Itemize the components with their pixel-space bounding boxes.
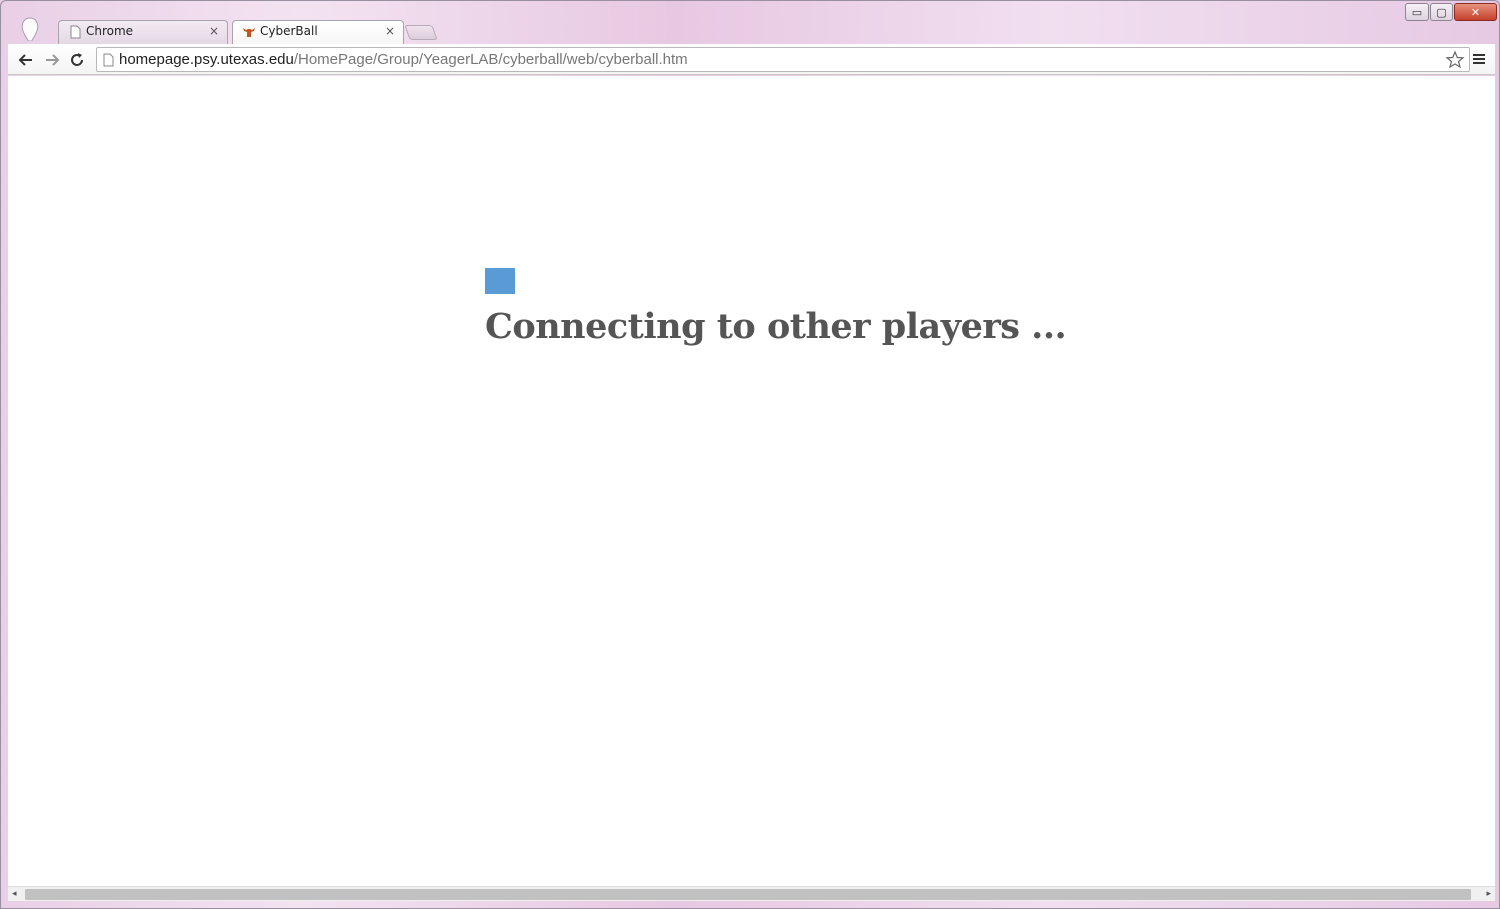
longhorn-favicon-icon	[243, 28, 255, 37]
url-text[interactable]: homepage.psy.utexas.edu/HomePage/Group/Y…	[119, 51, 688, 68]
forward-arrow-icon	[46, 54, 60, 66]
scroll-left-arrow-icon[interactable]: ◂	[12, 889, 17, 899]
horizontal-scrollbar[interactable]: ◂ ▸	[8, 886, 1495, 901]
reload-button[interactable]	[66, 49, 88, 71]
forward-button[interactable]	[41, 49, 63, 71]
reload-icon	[71, 53, 83, 66]
tab-close-icon[interactable]: ×	[209, 24, 219, 38]
scrollbar-thumb[interactable]	[25, 889, 1471, 900]
maximize-button[interactable]: ▢	[1430, 3, 1453, 21]
connection-status-text: Connecting to other players ...	[485, 306, 1067, 347]
new-tab-button[interactable]	[404, 25, 438, 40]
back-arrow-icon	[18, 54, 32, 66]
tab-label: Chrome	[86, 24, 134, 38]
url-host: homepage.psy.utexas.edu	[119, 51, 294, 68]
tab-chrome[interactable]: Chrome ×	[58, 20, 228, 45]
tab-cyberball[interactable]: CyberBall ×	[232, 20, 404, 45]
url-path: /HomePage/Group/YeagerLAB/cyberball/web/…	[293, 51, 688, 68]
address-bar[interactable]: homepage.psy.utexas.edu/HomePage/Group/Y…	[96, 47, 1470, 72]
tab-close-icon[interactable]: ×	[385, 24, 395, 38]
tab-strip: Chrome × CyberBall × ▭ ▢ ✕	[1, 1, 1500, 45]
close-window-button[interactable]: ✕	[1454, 3, 1497, 21]
close-icon: ✕	[1470, 5, 1481, 19]
profile-avatar-icon[interactable]	[19, 17, 41, 41]
page-info-icon[interactable]	[103, 53, 114, 67]
browser-window: Chrome × CyberBall × ▭ ▢ ✕ homepage.psy.…	[0, 0, 1500, 909]
tab-label: CyberBall	[260, 24, 318, 38]
scroll-right-arrow-icon[interactable]: ▸	[1486, 889, 1491, 899]
maximize-icon: ▢	[1436, 5, 1447, 19]
page-icon	[70, 25, 81, 39]
browser-toolbar: homepage.psy.utexas.edu/HomePage/Group/Y…	[8, 44, 1495, 75]
back-button[interactable]	[15, 49, 37, 71]
hamburger-menu-icon[interactable]	[1470, 50, 1488, 68]
loading-indicator	[485, 268, 515, 294]
bookmark-star-icon[interactable]	[1445, 50, 1465, 70]
page-content: Connecting to other players ...	[8, 76, 1495, 886]
minimize-icon: ▭	[1411, 5, 1423, 19]
minimize-button[interactable]: ▭	[1405, 3, 1429, 21]
